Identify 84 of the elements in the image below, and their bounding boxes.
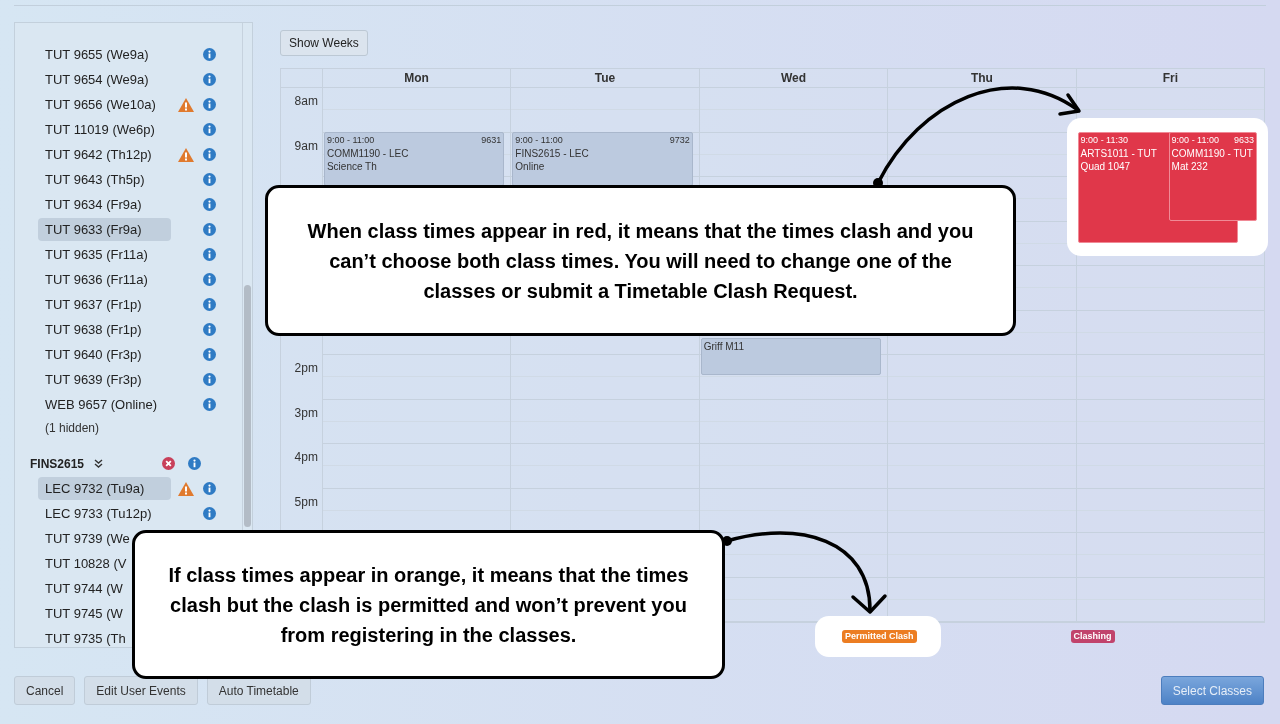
info-icon[interactable] — [202, 198, 216, 211]
info-icon[interactable] — [202, 173, 216, 186]
error-icon — [162, 457, 175, 470]
event-location: Quad 1047 — [1080, 159, 1131, 173]
event-time: 9:00 - 11:00 — [515, 133, 563, 147]
class-item[interactable]: TUT 9642 (Th12p) — [38, 142, 171, 167]
info-icon[interactable] — [202, 223, 216, 236]
info-icon[interactable] — [202, 248, 216, 261]
annotation-callout: If class times appear in orange, it means that the times clash but the clash is permitted and won’t prevent you from registering in the classes. — [132, 530, 725, 679]
event-title: ARTS1011 - TUT — [1080, 146, 1157, 160]
warning-icon — [178, 97, 194, 112]
class-item[interactable]: TUT 9633 (Fr9a) — [38, 217, 171, 242]
class-item[interactable]: WEB 9657 (Online) — [38, 392, 171, 417]
course-heading: FINS2615 — [30, 455, 86, 473]
info-icon[interactable] — [202, 373, 216, 386]
event-location: Griff M11 — [703, 340, 744, 353]
double-chevron-icon[interactable] — [94, 459, 103, 468]
day-heading: Fri — [1162, 70, 1178, 87]
event-title: COMM1190 - LEC — [326, 146, 409, 160]
info-icon[interactable] — [202, 482, 216, 495]
info-icon[interactable] — [202, 298, 216, 311]
clash-event[interactable]: 9:00 - 11:00 9633 COMM1190 - TUT Mat 232 — [1168, 131, 1258, 221]
class-item[interactable]: TUT 9638 (Fr1p) — [38, 317, 171, 342]
event-location: Mat 232 — [1171, 159, 1208, 173]
event-number: 9732 — [669, 133, 690, 147]
info-icon[interactable] — [202, 273, 216, 286]
info-icon[interactable] — [202, 98, 216, 111]
day-heading: Mon — [404, 70, 429, 87]
hour-label: 2pm — [294, 360, 318, 374]
hidden-count: (1 hidden) — [45, 420, 100, 437]
class-item[interactable]: TUT 9643 (Th5p) — [38, 167, 171, 192]
class-item[interactable]: TUT 9745 (W — [45, 603, 123, 624]
info-icon[interactable] — [202, 507, 216, 520]
show-weeks-button[interactable]: Show Weeks — [280, 30, 368, 56]
hour-label: 5pm — [294, 493, 318, 508]
scrollbar-thumb[interactable] — [244, 285, 251, 527]
class-item[interactable]: TUT 9744 (W — [45, 578, 123, 599]
info-icon[interactable] — [202, 48, 216, 61]
class-item[interactable]: TUT 9636 (Fr11a) — [38, 267, 171, 292]
annotation-callout: When class times appear in red, it means that the times clash and you can’t choose both class times. You will need to change one of the classes or submit a Timetable Clash Request. — [265, 185, 1016, 336]
day-heading: Tue — [594, 70, 616, 87]
class-item[interactable]: TUT 9739 (We — [45, 528, 130, 549]
hour-label: 4pm — [294, 449, 318, 463]
class-event[interactable]: 9:00 - 11:00 9732 FINS2615 - LEC Online — [512, 131, 693, 186]
class-item[interactable]: TUT 9635 (Fr11a) — [38, 242, 171, 267]
info-icon[interactable] — [187, 457, 201, 470]
event-location: Online — [515, 159, 545, 173]
footer-button[interactable]: Cancel — [14, 676, 76, 705]
event-time: 9:00 - 11:00 — [326, 133, 375, 147]
hour-label: 9am — [294, 137, 318, 152]
class-item[interactable]: TUT 9634 (Fr9a) — [38, 192, 171, 217]
info-icon[interactable] — [202, 348, 216, 361]
class-event[interactable]: 9:00 - 11:00 9631 COMM1190 - LEC Science Th — [323, 131, 505, 186]
class-item[interactable]: TUT 9640 (Fr3p) — [38, 342, 171, 367]
class-item[interactable]: TUT 9655 (We9a) — [38, 42, 171, 67]
class-item[interactable]: TUT 9735 (Th — [45, 628, 126, 647]
class-item[interactable]: LEC 9732 (Tu9a) — [38, 476, 171, 501]
class-event[interactable]: Griff M11 — [700, 338, 882, 375]
info-icon[interactable] — [202, 148, 216, 161]
clashing-badge: Clashing — [1070, 630, 1115, 643]
warning-icon — [178, 481, 194, 496]
event-time: 9:00 - 11:30 — [1080, 133, 1128, 147]
hour-label: 3pm — [294, 404, 318, 419]
event-title: FINS2615 - LEC — [515, 146, 589, 160]
day-heading: Wed — [780, 70, 807, 87]
class-item[interactable]: TUT 9639 (Fr3p) — [38, 367, 171, 392]
class-item[interactable]: TUT 9656 (We10a) — [38, 92, 171, 117]
event-location: Science Th — [326, 159, 377, 173]
event-number: 9631 — [481, 133, 502, 147]
class-item[interactable]: TUT 11019 (We6p) — [38, 117, 171, 142]
info-icon[interactable] — [202, 123, 216, 136]
event-time: 9:00 - 11:00 — [1171, 133, 1219, 147]
class-item[interactable]: TUT 9654 (We9a) — [38, 67, 171, 92]
day-heading: Thu — [970, 70, 993, 87]
permitted-clash-badge: Permitted Clash — [842, 630, 917, 643]
hour-label: 8am — [294, 93, 318, 107]
footer-button[interactable]: Edit User Events — [84, 676, 198, 705]
info-icon[interactable] — [202, 323, 216, 336]
class-item[interactable]: TUT 9637 (Fr1p) — [38, 292, 171, 317]
class-item[interactable]: LEC 9733 (Tu12p) — [38, 501, 171, 526]
info-icon[interactable] — [202, 73, 216, 86]
class-item[interactable]: TUT 10828 (V — [45, 553, 127, 574]
info-icon[interactable] — [202, 398, 216, 411]
warning-icon — [178, 147, 194, 162]
